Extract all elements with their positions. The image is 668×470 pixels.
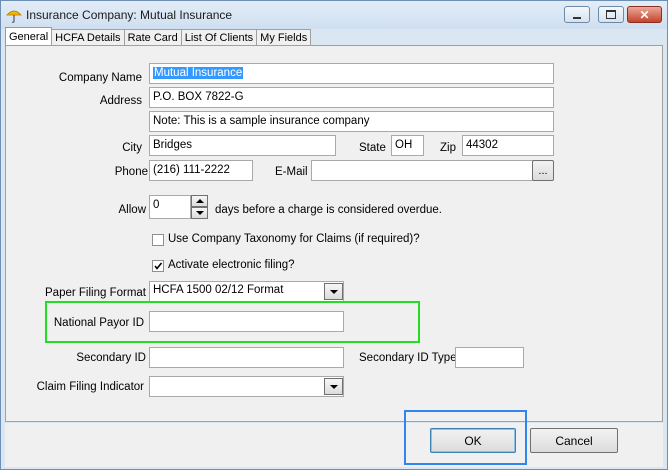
arrow-up-icon [195, 199, 204, 203]
phone-label: Phone [114, 166, 148, 178]
maximize-button[interactable] [598, 6, 624, 23]
electronic-filing-checkbox-label[interactable]: Activate electronic filing? [168, 259, 295, 271]
allow-label: Allow [118, 204, 146, 216]
minimize-button[interactable] [564, 6, 590, 23]
claim-filing-select[interactable] [149, 376, 344, 397]
email-browse-button[interactable]: ... [532, 160, 554, 181]
title-bar[interactable]: Insurance Company: Mutual Insurance ✕ [1, 1, 667, 29]
electronic-filing-checkbox[interactable] [152, 260, 164, 272]
chevron-down-icon [329, 384, 338, 389]
address-line2-field[interactable]: Note: This is a sample insurance company [149, 111, 554, 132]
ok-button[interactable]: OK [430, 428, 516, 453]
window-title: Insurance Company: Mutual Insurance [26, 8, 233, 22]
secondary-id-type-field[interactable] [455, 347, 524, 368]
address-label: Address [99, 95, 142, 107]
zip-label: Zip [440, 142, 456, 154]
chevron-down-icon [329, 289, 338, 294]
national-payor-label: National Payor ID [53, 317, 144, 329]
zip-field[interactable]: 44302 [462, 135, 554, 156]
state-label: State [359, 142, 386, 154]
claim-filing-dropdown-button[interactable] [324, 378, 343, 395]
close-icon: ✕ [639, 7, 650, 22]
paper-filing-dropdown-button[interactable] [324, 283, 343, 300]
tab-strip: General HCFA Details Rate Card List Of C… [5, 27, 312, 46]
maximize-icon [606, 10, 616, 19]
general-panel: Company Name Mutual Insurance Address P.… [5, 45, 663, 422]
company-name-label: Company Name [58, 72, 142, 84]
minimize-icon [573, 16, 581, 19]
taxonomy-checkbox[interactable] [152, 234, 164, 246]
allow-suffix-text: days before a charge is considered overd… [215, 204, 442, 216]
paper-filing-value: HCFA 1500 02/12 Format [153, 284, 284, 296]
spin-down-button[interactable] [191, 207, 208, 219]
tab-list-of-clients[interactable]: List Of Clients [180, 29, 258, 46]
umbrella-icon [6, 7, 22, 23]
checkmark-icon [154, 262, 163, 270]
taxonomy-checkbox-label[interactable]: Use Company Taxonomy for Claims (if requ… [168, 233, 420, 245]
paper-filing-label: Paper Filing Format [45, 287, 146, 299]
secondary-id-type-label: Secondary ID Type [359, 352, 457, 364]
phone-field[interactable]: (216) 111-2222 [149, 160, 253, 181]
button-bar: OK Cancel [5, 410, 663, 467]
tab-rate-card[interactable]: Rate Card [123, 29, 182, 46]
state-field[interactable]: OH [391, 135, 424, 156]
company-name-value: Mutual Insurance [153, 67, 244, 79]
tab-hcfa-details[interactable]: HCFA Details [51, 29, 125, 46]
address-line1-field[interactable]: P.O. BOX 7822-G [149, 87, 554, 108]
arrow-down-icon [195, 211, 204, 215]
national-payor-field[interactable] [149, 311, 344, 332]
allow-days-field[interactable]: 0 [149, 195, 191, 219]
city-field[interactable]: Bridges [149, 135, 336, 156]
secondary-id-field[interactable] [149, 347, 344, 368]
spin-up-button[interactable] [191, 195, 208, 207]
dialog-window: Insurance Company: Mutual Insurance ✕ Ge… [0, 0, 668, 470]
paper-filing-select[interactable]: HCFA 1500 02/12 Format [149, 281, 344, 302]
company-name-field[interactable]: Mutual Insurance [149, 63, 554, 84]
tab-general[interactable]: General [5, 27, 53, 46]
tab-my-fields[interactable]: My Fields [256, 29, 312, 46]
allow-spinner[interactable] [191, 195, 208, 219]
claim-filing-label: Claim Filing Indicator [36, 381, 144, 393]
close-button[interactable]: ✕ [627, 6, 662, 23]
cancel-button[interactable]: Cancel [530, 428, 618, 453]
secondary-id-label: Secondary ID [76, 352, 146, 364]
city-label: City [122, 142, 142, 154]
email-field[interactable] [311, 160, 533, 181]
email-label: E-Mail [275, 166, 308, 178]
